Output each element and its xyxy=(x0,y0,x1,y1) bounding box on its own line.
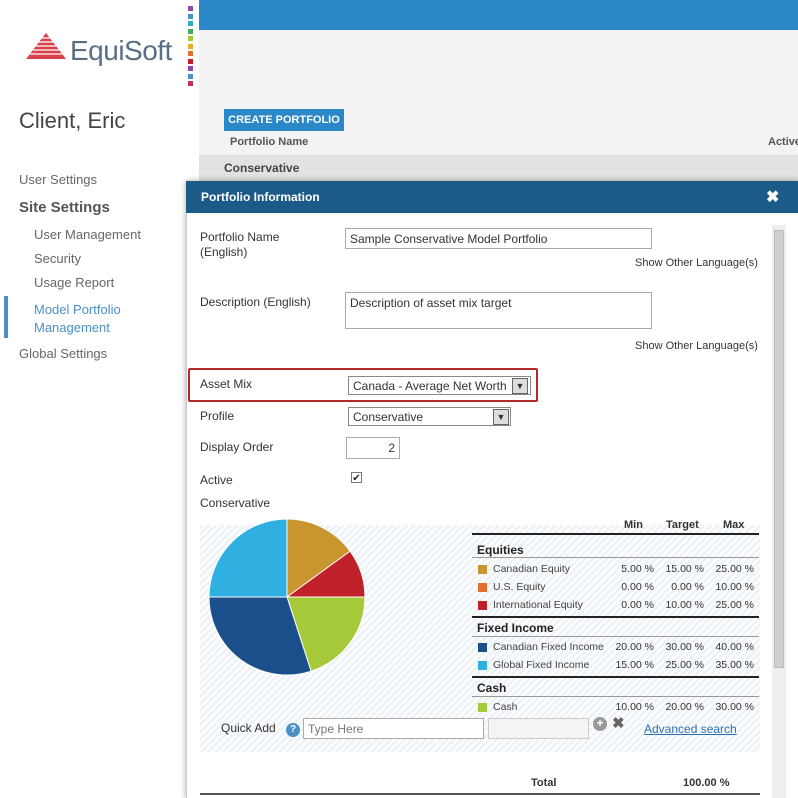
row-max: 35.00 % xyxy=(715,659,754,671)
logo-text: EquiSoft xyxy=(70,35,172,66)
col-active[interactable]: Active xyxy=(768,136,798,148)
row-label: U.S. Equity xyxy=(493,581,546,593)
row-min: 0.00 % xyxy=(621,599,654,611)
row-label: Canadian Equity xyxy=(493,563,571,575)
divider xyxy=(472,557,759,558)
row-target: 10.00 % xyxy=(665,599,704,611)
row-min: 15.00 % xyxy=(615,659,654,671)
col-min: Min xyxy=(624,519,643,531)
active-checkbox[interactable]: ✔ xyxy=(351,472,362,484)
legend-swatch xyxy=(478,583,487,592)
col-portfolio-name[interactable]: Portfolio Name xyxy=(230,136,308,148)
row-target: 30.00 % xyxy=(665,641,704,653)
row-label: Global Fixed Income xyxy=(493,659,590,671)
scrollbar-thumb[interactable] xyxy=(774,230,784,668)
row-max: 25.00 % xyxy=(715,599,754,611)
top-bar xyxy=(199,0,798,30)
row-min: 0.00 % xyxy=(621,581,654,593)
advanced-search-link[interactable]: Advanced search xyxy=(644,722,737,736)
row-label: International Equity xyxy=(493,599,583,611)
close-icon[interactable]: ✖ xyxy=(766,187,779,207)
create-portfolio-button[interactable]: CREATE PORTFOLIO xyxy=(224,109,344,131)
quick-add-label: Quick Add xyxy=(221,721,276,735)
group-cash: Cash xyxy=(477,681,507,695)
row-label: Canadian Fixed Income xyxy=(493,641,604,653)
dialog-title: Portfolio Information xyxy=(201,190,320,204)
col-target: Target xyxy=(666,519,699,531)
legend-swatch xyxy=(478,565,487,574)
row-target: 0.00 % xyxy=(671,581,704,593)
nav-global-settings[interactable]: Global Settings xyxy=(19,346,107,361)
add-icon[interactable]: + xyxy=(593,717,607,731)
legend-swatch xyxy=(478,601,487,610)
row-target: 20.00 % xyxy=(665,701,704,713)
portfolio-name-label: Portfolio Name xyxy=(200,230,280,244)
row-min: 5.00 % xyxy=(621,563,654,575)
row-label: Cash xyxy=(493,701,518,713)
show-other-language-link[interactable]: Show Other Language(s) xyxy=(635,257,758,269)
row-target: 15.00 % xyxy=(665,563,704,575)
divider xyxy=(472,616,759,618)
profile-label: Profile xyxy=(200,409,235,423)
total-value: 100.00 % xyxy=(683,777,730,789)
description-textarea[interactable]: Description of asset mix target xyxy=(345,292,652,329)
divider xyxy=(472,696,759,697)
show-other-language-link-2[interactable]: Show Other Language(s) xyxy=(635,340,758,352)
allocation-pie-chart xyxy=(208,518,366,676)
legend-swatch xyxy=(478,703,487,712)
profile-select[interactable]: Conservative xyxy=(348,407,511,426)
nav-user-management[interactable]: User Management xyxy=(34,227,141,242)
asset-mix-value: Canada - Average Net Worth xyxy=(353,379,507,393)
chevron-down-icon[interactable]: ▼ xyxy=(493,409,509,425)
divider xyxy=(200,793,760,795)
portfolio-name-input[interactable]: Sample Conservative Model Portfolio xyxy=(345,228,652,249)
nav-user-settings[interactable]: User Settings xyxy=(19,172,97,187)
nav-selection-indicator xyxy=(4,296,8,338)
portfolio-row-name: Conservative xyxy=(224,161,300,175)
nav-security[interactable]: Security xyxy=(34,251,81,266)
quick-add-value-input[interactable] xyxy=(488,718,589,739)
asset-mix-select[interactable]: Canada - Average Net Worth xyxy=(348,376,531,395)
chevron-down-icon[interactable]: ▼ xyxy=(512,378,528,394)
divider xyxy=(472,636,759,637)
section-label: Conservative xyxy=(200,496,271,510)
total-label: Total xyxy=(531,777,557,789)
active-label: Active xyxy=(200,473,233,487)
row-max: 10.00 % xyxy=(715,581,754,593)
divider xyxy=(472,676,759,678)
clear-icon[interactable]: ✖ xyxy=(612,714,625,732)
profile-value: Conservative xyxy=(353,410,424,424)
display-order-label: Display Order xyxy=(200,440,274,454)
row-max: 40.00 % xyxy=(715,641,754,653)
client-name: Client, Eric xyxy=(19,108,126,133)
display-order-input[interactable]: 2 xyxy=(346,437,400,459)
nav-site-settings[interactable]: Site Settings xyxy=(19,199,110,216)
row-max: 30.00 % xyxy=(715,701,754,713)
group-equities: Equities xyxy=(477,543,524,557)
nav-model-portfolio[interactable]: Model Portfolio Management xyxy=(34,301,144,337)
col-max: Max xyxy=(723,519,745,531)
portfolio-name-sublabel: (English) xyxy=(200,245,248,259)
help-icon[interactable]: ? xyxy=(286,723,300,737)
row-target: 25.00 % xyxy=(665,659,704,671)
pie-slice-global-fixed-income xyxy=(208,518,288,598)
legend-swatch xyxy=(478,643,487,652)
row-max: 25.00 % xyxy=(715,563,754,575)
nav-usage-report[interactable]: Usage Report xyxy=(34,275,114,290)
divider xyxy=(472,533,759,535)
color-strip xyxy=(188,6,194,89)
description-label: Description (English) xyxy=(200,295,311,309)
group-fixed-income: Fixed Income xyxy=(477,621,554,635)
legend-swatch xyxy=(478,661,487,670)
asset-mix-label: Asset Mix xyxy=(200,377,253,391)
row-min: 20.00 % xyxy=(615,641,654,653)
quick-add-input[interactable] xyxy=(303,718,484,739)
row-min: 10.00 % xyxy=(615,701,654,713)
